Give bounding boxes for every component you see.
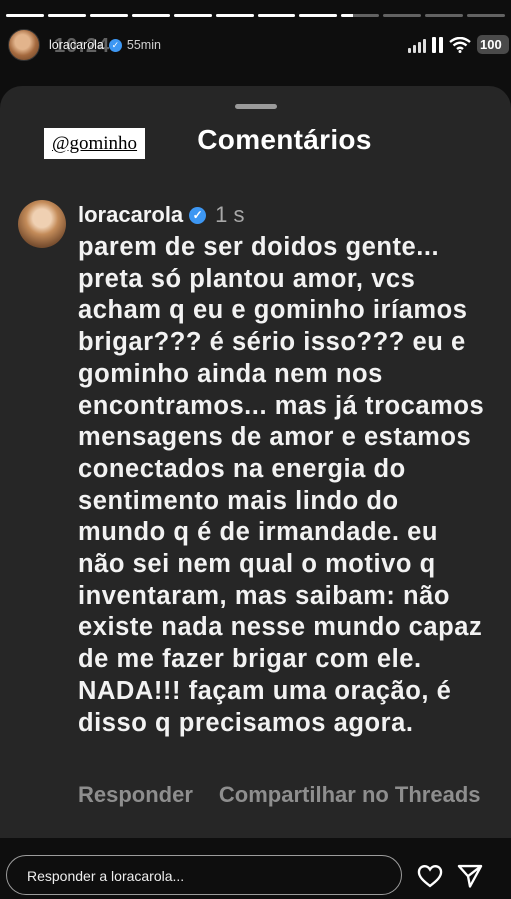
comment-username[interactable]: loracarola <box>78 202 183 228</box>
progress-segment <box>6 14 44 17</box>
progress-segment <box>467 14 506 17</box>
reply-input[interactable]: Responder a loracarola... <box>6 855 402 895</box>
share-threads-button[interactable]: Compartilhar no Threads <box>219 782 481 808</box>
comment-avatar[interactable] <box>18 200 66 248</box>
pause-icon[interactable] <box>432 36 443 53</box>
progress-segment <box>47 14 86 17</box>
progress-fill <box>215 14 254 17</box>
progress-segment <box>257 14 296 17</box>
progress-segment <box>131 14 170 17</box>
comments-sheet: @gominho Comentários loracarola ✓ 1 s pa… <box>0 86 511 838</box>
progress-fill <box>47 14 86 17</box>
heart-icon[interactable] <box>416 862 444 890</box>
send-icon[interactable] <box>456 862 484 890</box>
progress-segment <box>89 14 128 17</box>
comment-text: parem de ser doidos gente... preta só pl… <box>78 233 485 737</box>
comment-time: 1 s <box>215 202 245 227</box>
progress-fill <box>257 14 296 17</box>
story-header[interactable]: loracarola ✓ 55min <box>8 29 161 61</box>
wifi-icon <box>449 36 471 53</box>
story-time-ago: 55min <box>126 38 161 52</box>
progress-fill <box>89 14 128 17</box>
signal-icon <box>408 37 426 53</box>
progress-segment <box>425 14 464 17</box>
story-avatar[interactable] <box>8 29 40 61</box>
progress-fill <box>173 14 212 17</box>
verified-badge-icon: ✓ <box>108 38 122 52</box>
sheet-title: Comentários <box>197 124 372 155</box>
progress-segment <box>173 14 212 17</box>
progress-fill <box>299 14 338 17</box>
comment-actions: Responder Compartilhar no Threads <box>78 782 511 808</box>
reply-button[interactable]: Responder <box>78 782 193 808</box>
progress-fill <box>131 14 170 17</box>
battery-indicator: 100 <box>477 35 509 54</box>
sheet-drag-handle[interactable] <box>234 104 277 109</box>
progress-fill <box>341 14 353 17</box>
story-username[interactable]: loracarola <box>49 38 104 52</box>
progress-segment <box>215 14 254 17</box>
progress-segment <box>341 14 380 17</box>
story-progress-bar <box>6 14 506 17</box>
status-bar-right: 100 <box>408 35 509 54</box>
reply-placeholder: Responder a loracarola... <box>27 868 185 884</box>
verified-badge-icon: ✓ <box>189 206 207 224</box>
progress-segment <box>299 14 338 17</box>
progress-fill <box>6 14 44 17</box>
progress-segment <box>383 14 422 17</box>
